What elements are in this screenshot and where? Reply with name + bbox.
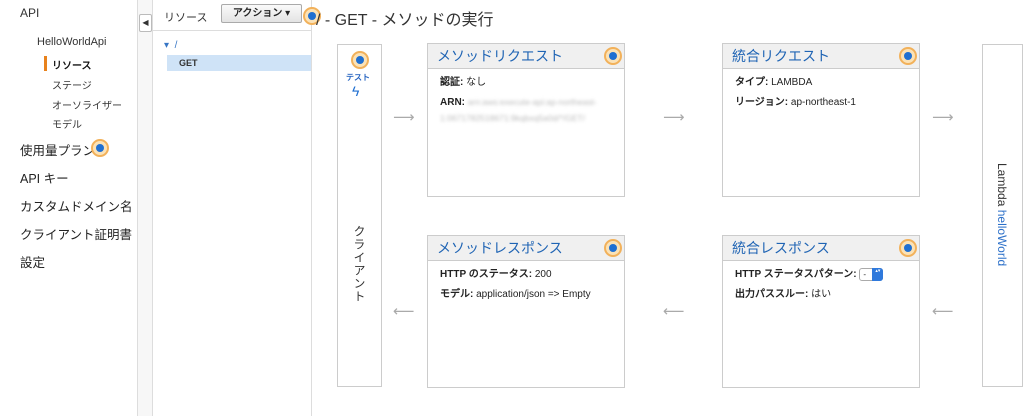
client-box: テスト ϟ クライアント bbox=[337, 44, 382, 387]
info-hint-icon[interactable] bbox=[604, 239, 622, 257]
integration-request-title[interactable]: 統合リクエスト bbox=[732, 48, 830, 64]
nav-api-name[interactable]: HelloWorldApi bbox=[37, 36, 107, 48]
nav-client-certificates[interactable]: クライアント証明書 bbox=[20, 224, 132, 243]
method-response-header[interactable]: メソッドレスポンス bbox=[428, 236, 624, 261]
lambda-prefix: Lambda bbox=[995, 163, 1009, 207]
lambda-label: Lambda helloWorld bbox=[995, 163, 1009, 266]
nav-usage-plans[interactable]: 使用量プラン bbox=[20, 140, 95, 159]
integration-response-card: 統合レスポンス HTTP ステータスパターン: - 出力パススルー: はい bbox=[722, 235, 920, 388]
info-hint-icon[interactable] bbox=[351, 51, 369, 69]
status-pattern-select[interactable]: - bbox=[859, 267, 884, 281]
arrow-right-icon: ⟶ bbox=[663, 109, 685, 126]
arrow-left-icon: ⟵ bbox=[393, 303, 415, 320]
info-hint-icon[interactable] bbox=[899, 47, 917, 65]
status-label: HTTP のステータス: bbox=[440, 269, 533, 280]
resources-label: リソース bbox=[164, 12, 208, 24]
nav-custom-domains[interactable]: カスタムドメイン名 bbox=[20, 196, 133, 215]
lightning-icon[interactable]: ϟ bbox=[352, 83, 359, 99]
auth-label: 認証: bbox=[440, 77, 464, 88]
nav-sub-models[interactable]: モデル bbox=[52, 116, 82, 131]
method-response-title[interactable]: メソッドレスポンス bbox=[437, 240, 563, 256]
method-request-header[interactable]: メソッドリクエスト bbox=[428, 44, 624, 69]
model-value: application/json => Empty bbox=[476, 289, 591, 300]
lambda-box: Lambda helloWorld bbox=[982, 44, 1023, 387]
status-pattern-label: HTTP ステータスパターン: bbox=[735, 269, 857, 280]
actions-label: アクション bbox=[232, 8, 283, 19]
method-request-title[interactable]: メソッドリクエスト bbox=[437, 48, 563, 64]
arrow-left-icon: ⟵ bbox=[932, 303, 954, 320]
collapse-chevron-icon[interactable]: ◀ bbox=[139, 14, 152, 32]
active-indicator bbox=[44, 56, 47, 71]
tree-method-get[interactable]: GET bbox=[167, 55, 311, 71]
passthrough-value: はい bbox=[811, 289, 832, 300]
arrow-right-icon: ⟶ bbox=[393, 109, 415, 126]
client-label: クライアント bbox=[352, 225, 366, 303]
nav-api-keys[interactable]: API キー bbox=[20, 168, 69, 187]
resource-tree-panel: リソース アクション ▾ ▾ / GET bbox=[153, 0, 312, 416]
region-label: リージョン: bbox=[735, 97, 789, 108]
tree-root-label: / bbox=[174, 40, 178, 51]
type-label: タイプ: bbox=[735, 77, 769, 88]
method-response-card: メソッドレスポンス HTTP のステータス: 200 モデル: applicat… bbox=[427, 235, 625, 388]
integration-request-card: 統合リクエスト タイプ: LAMBDA リージョン: ap-northeast-… bbox=[722, 43, 920, 197]
integration-response-title[interactable]: 統合レスポンス bbox=[732, 240, 830, 256]
test-link[interactable]: テスト bbox=[346, 72, 370, 83]
status-value: 200 bbox=[534, 269, 552, 280]
nav-sub-stages[interactable]: ステージ bbox=[52, 77, 92, 92]
collapse-panel: ◀ bbox=[137, 0, 153, 416]
arn-label: ARN: bbox=[440, 97, 465, 108]
passthrough-label: 出力パススルー: bbox=[735, 289, 809, 300]
left-navigation: API HelloWorldApi リソース ステージ オーソライザー モデル … bbox=[0, 0, 137, 416]
arrow-right-icon: ⟶ bbox=[932, 109, 954, 126]
model-label: モデル: bbox=[440, 289, 474, 300]
integration-request-header[interactable]: 統合リクエスト bbox=[723, 44, 919, 69]
auth-value: なし bbox=[466, 77, 487, 88]
tree-divider bbox=[153, 30, 311, 31]
arrow-left-icon: ⟵ bbox=[663, 303, 685, 320]
info-hint-icon[interactable] bbox=[604, 47, 622, 65]
actions-dropdown-button[interactable]: アクション ▾ bbox=[221, 4, 302, 23]
nav-sub-resources[interactable]: リソース bbox=[52, 57, 92, 72]
method-execution-panel: / - GET - メソッドの実行 テスト ϟ クライアント ⟶ ⟶ ⟶ メソッ… bbox=[303, 0, 1024, 416]
nav-sub-authorizers[interactable]: オーソライザー bbox=[52, 97, 122, 112]
tree-root-node[interactable]: ▾ / bbox=[164, 40, 177, 51]
info-hint-icon[interactable] bbox=[899, 239, 917, 257]
nav-settings[interactable]: 設定 bbox=[20, 252, 45, 271]
info-hint-icon[interactable] bbox=[91, 139, 109, 157]
page-title: / - GET - メソッドの実行 bbox=[316, 12, 494, 29]
region-value: ap-northeast-1 bbox=[790, 97, 856, 108]
caret-down-icon: ▾ bbox=[164, 40, 170, 51]
type-value: LAMBDA bbox=[771, 77, 813, 88]
lambda-function-link[interactable]: helloWorld bbox=[995, 210, 1009, 266]
nav-api-root[interactable]: API bbox=[20, 6, 39, 20]
method-request-card: メソッドリクエスト 認証: なし ARN: arn:aws:execute-ap… bbox=[427, 43, 625, 197]
integration-response-header[interactable]: 統合レスポンス bbox=[723, 236, 919, 261]
